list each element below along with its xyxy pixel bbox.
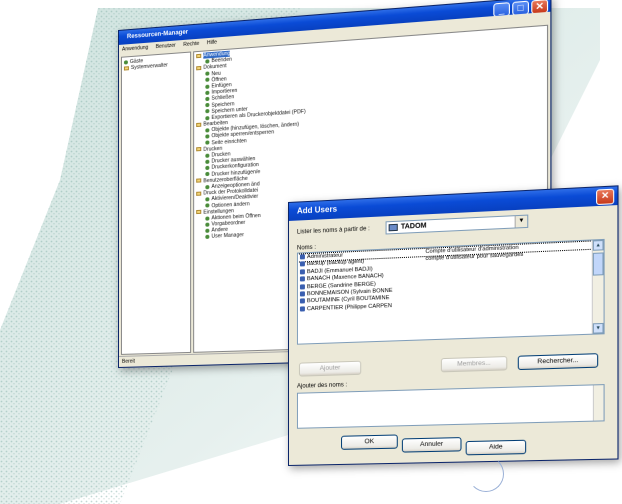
add-button[interactable]: Ajouter [298,360,362,377]
dialog-close-button[interactable]: ✕ [596,188,615,206]
permission-icon [205,234,210,240]
permission-icon [205,77,210,83]
folder-icon [196,122,202,127]
permission-icon [205,172,210,177]
add-names-field[interactable] [296,384,605,429]
folder-icon [196,53,202,58]
user-icon [299,291,305,297]
ok-button[interactable]: OK [341,434,398,450]
group-icon [123,66,129,71]
permission-icon [205,184,210,189]
search-button[interactable]: Rechercher... [517,353,599,371]
scroll-up-icon[interactable]: ▲ [592,239,604,251]
user-icon [299,269,305,275]
folder-icon [196,65,202,71]
user-name: Administrateur [306,252,344,261]
users-list-scrollbar[interactable]: ▲ ▼ [591,239,604,334]
permission-icon [205,109,210,114]
user-icon [299,283,305,290]
user-icon [299,276,305,282]
tree-item-label: User Manager [211,232,244,241]
permission-icon [205,203,210,208]
menu-benutzer[interactable]: Benutzer [156,43,176,51]
user-icon [299,261,305,267]
source-value: TADOM [400,222,427,231]
permission-icon [205,197,210,202]
add-users-dialog: Add Users ✕ Lister les noms à partir de … [288,185,619,466]
decorative-swirl [468,456,504,492]
permission-icon [205,96,210,102]
add-names-label: Ajouter des noms : [296,382,348,390]
domain-icon [388,223,398,232]
permission-icon [205,228,210,233]
permission-icon [205,84,210,89]
help-button[interactable]: Aide [465,439,527,456]
user-icon [299,298,305,304]
chevron-down-icon[interactable]: ▼ [514,215,528,228]
permission-icon [205,216,210,221]
permission-icon [205,59,210,64]
permission-icon [205,159,210,164]
permission-icon [205,103,210,108]
source-label: Lister les noms à partir de : [296,226,370,236]
permission-icon [205,165,210,171]
cancel-button[interactable]: Annuler [401,437,462,453]
source-select[interactable]: TADOM ▼ [385,214,529,235]
permission-icon [205,222,210,227]
folder-icon [196,178,202,184]
window-title: Ressourcen-Manager [126,29,189,41]
dialog-title: Add Users [296,204,338,216]
group-tree[interactable]: Gäste Systemverwalter [120,51,192,355]
user-icon [299,254,305,260]
permission-icon [205,71,210,77]
members-button[interactable]: Membres... [440,356,508,373]
users-list[interactable]: Administrateur Compte d'utilisateur d'adm… [296,238,605,345]
users-list-rows: Administrateur Compte d'utilisateur d'adm… [296,238,593,314]
status-text: Bereit [121,358,135,365]
permission-icon [205,153,210,158]
scroll-thumb[interactable] [592,252,604,276]
menu-anwendung[interactable]: Anwendung [122,45,148,53]
user-icon [123,59,128,65]
names-label: Noms : [296,244,316,252]
folder-icon [196,191,202,196]
menu-hilfe[interactable]: Hilfe [207,39,217,46]
permission-icon [205,90,210,95]
scroll-down-icon[interactable]: ▼ [592,322,604,334]
user-icon [299,306,305,312]
folder-icon [196,147,202,152]
menu-rechte[interactable]: Rechte [183,41,199,48]
permission-icon [205,134,210,139]
add-names-scrollbar[interactable] [592,385,604,421]
permission-icon [205,140,210,146]
permission-icon [205,115,210,120]
permission-icon [205,128,210,133]
folder-icon [196,210,202,215]
